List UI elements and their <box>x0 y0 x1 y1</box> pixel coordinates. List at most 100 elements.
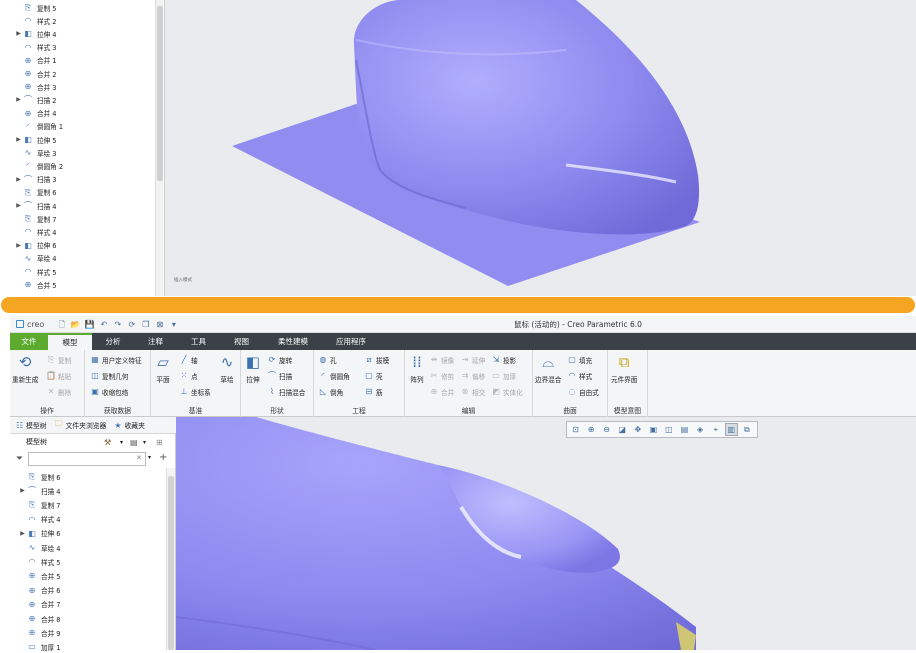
tab-analysis[interactable]: 分析 <box>92 333 134 350</box>
view-manager-icon[interactable]: ▤ <box>679 424 690 435</box>
tree-item[interactable]: ⎘ 复制 7 <box>14 212 57 225</box>
tree-item[interactable]: ⊕ 合并 7 <box>18 598 61 611</box>
extend-button[interactable]: ⇥ 延伸 <box>460 355 486 365</box>
project-button[interactable]: ⇲ 投影 <box>491 355 517 365</box>
plane-button[interactable]: ▱ 平面 <box>153 353 173 384</box>
tree-columns-icon[interactable]: ⊞ <box>156 438 163 447</box>
tree-item[interactable]: ▶ ⌒ 扫描 4 <box>14 199 56 212</box>
perspective-icon[interactable]: ◈ <box>695 424 706 435</box>
tree-item[interactable]: ◠ 样式 4 <box>14 225 57 238</box>
tree-item[interactable]: ⎘ 复制 5 <box>14 1 57 14</box>
tree-item[interactable]: ⊕ 合并 6 <box>18 584 61 597</box>
trim-button[interactable]: ✂ 修剪 <box>429 371 455 381</box>
tab-view[interactable]: 视图 <box>220 333 263 350</box>
tree-show-icon[interactable]: ▤ <box>130 438 138 447</box>
scroll-thumb[interactable] <box>157 6 163 181</box>
zoom-in-icon[interactable]: ⊕ <box>586 424 597 435</box>
expand-arrow-icon[interactable]: ▶ <box>14 202 23 209</box>
tree-item[interactable]: ◜ 倒圆角 2 <box>14 159 63 172</box>
group-label-get-data[interactable]: 获取数据 <box>85 405 150 415</box>
expand-arrow-icon[interactable]: ▶ <box>14 242 23 249</box>
extrude-button[interactable]: ◧ 拉伸 <box>243 353 263 384</box>
tree-item[interactable]: ⊕ 合并 4 <box>14 107 57 120</box>
copy-button[interactable]: ⎘ 复制 <box>46 355 71 365</box>
tree-item[interactable]: ◠ 样式 2 <box>14 14 57 27</box>
solidify-button[interactable]: ◩ 实体化 <box>491 387 523 397</box>
tab-model[interactable]: 模型 <box>48 333 92 350</box>
tab-file[interactable]: 文件 <box>10 333 48 350</box>
tree-item[interactable]: ⊕ 合并 8 <box>18 612 61 625</box>
regenerate-button[interactable]: ⟲ 重新生成 <box>12 353 38 384</box>
expand-arrow-icon[interactable]: ▶ <box>18 530 27 537</box>
annotation-display-icon[interactable]: ▥ <box>724 423 738 436</box>
tab-favorites[interactable]: ★ 收藏夹 <box>114 420 145 431</box>
style-button[interactable]: ◠ 样式 <box>567 371 593 381</box>
hole-button[interactable]: ◍ 孔 <box>318 355 337 365</box>
pattern-button[interactable]: ⁞⁞ 阵列 <box>407 353 427 384</box>
tree-settings-dropdown-icon[interactable]: ▾ <box>120 439 123 446</box>
tree-item[interactable]: ▶ ◧ 拉伸 6 <box>14 239 56 252</box>
top-graphics-viewport[interactable]: 插入模式 <box>166 0 916 296</box>
expand-arrow-icon[interactable]: ▶ <box>14 96 23 103</box>
point-button[interactable]: ⁙ 点 <box>179 371 198 381</box>
tree-item[interactable]: ⊕ 合并 5 <box>18 569 61 582</box>
udf-button[interactable]: ▦ 用户定义特征 <box>90 355 141 365</box>
filter-clear-icon[interactable]: ✕ <box>136 454 142 462</box>
tree-item[interactable]: ▶ ⌒ 扫描 3 <box>14 173 56 186</box>
mirror-button[interactable]: ⇹ 镜像 <box>429 355 455 365</box>
group-label-operations[interactable]: 操作 <box>10 405 84 415</box>
expand-arrow-icon[interactable]: ▶ <box>18 487 27 494</box>
spin-center-icon[interactable]: ✥ <box>632 424 643 435</box>
tree-item[interactable]: ⊕ 合并 3 <box>14 80 57 93</box>
zoom-out-icon[interactable]: ⊖ <box>601 424 612 435</box>
tab-model-tree[interactable]: ☷ 模型树 <box>16 420 47 431</box>
tree-item[interactable]: ◠ 样式 3 <box>14 41 57 54</box>
tree-filter-input[interactable] <box>28 452 146 466</box>
boundary-blend-button[interactable]: ⌓ 边界混合 <box>535 353 561 384</box>
shell-button[interactable]: ▢ 壳 <box>364 371 382 381</box>
section-icon[interactable]: ⧉ <box>741 424 752 435</box>
component-interface-button[interactable]: ⧉ 元件界面 <box>611 353 637 384</box>
revolve-button[interactable]: ⟳ 旋转 <box>267 355 293 365</box>
graphics-viewport[interactable] <box>176 417 916 650</box>
fill-button[interactable]: ▢ 填充 <box>567 355 592 365</box>
datum-display-icon[interactable]: ⌖ <box>710 424 721 435</box>
tree-item[interactable]: ∿ 草绘 4 <box>18 541 61 554</box>
group-label-model-intent[interactable]: 模型意图 <box>608 405 647 415</box>
tab-flexible-modeling[interactable]: 柔性建模 <box>263 333 323 350</box>
tree-settings-icon[interactable]: ⚒ <box>104 438 111 447</box>
tab-applications[interactable]: 应用程序 <box>323 333 379 350</box>
intersect-button[interactable]: ⊗ 相交 <box>460 387 486 397</box>
thicken-button[interactable]: ▭ 加厚 <box>491 371 516 381</box>
offset-button[interactable]: ⇉ 偏移 <box>460 371 486 381</box>
expand-arrow-icon[interactable]: ▶ <box>14 30 23 37</box>
tree-item[interactable]: ∿ 草绘 3 <box>14 146 57 159</box>
scroll-thumb[interactable] <box>168 476 174 650</box>
delete-button[interactable]: ✕ 删除 <box>46 387 72 397</box>
tree-item[interactable]: ▶ ◧ 拉伸 6 <box>18 527 60 540</box>
expand-arrow-icon[interactable]: ▶ <box>14 136 23 143</box>
tree-item[interactable]: ▶ ⌒ 扫描 2 <box>14 93 56 106</box>
rib-button[interactable]: ⊟ 筋 <box>364 387 383 397</box>
filter-icon[interactable]: ⏷ <box>16 454 23 464</box>
merge-button[interactable]: ⊕ 合并 <box>429 387 455 397</box>
csys-button[interactable]: ⊥ 坐标系 <box>179 387 211 397</box>
tree-item[interactable]: ⎘ 复制 6 <box>14 186 57 199</box>
tree-item[interactable]: ⊕ 合并 2 <box>14 67 57 80</box>
tab-tools[interactable]: 工具 <box>177 333 220 350</box>
tree-item[interactable]: ▶ ◧ 拉伸 4 <box>14 27 56 40</box>
refit-icon[interactable]: ⊡ <box>570 424 581 435</box>
group-label-shapes[interactable]: 形状 <box>241 405 313 415</box>
paste-button[interactable]: 📋 粘贴 <box>46 371 71 381</box>
display-style-icon[interactable]: ▣ <box>648 424 659 435</box>
repaint-icon[interactable]: ◪ <box>617 424 628 435</box>
add-column-icon[interactable]: + <box>159 452 167 463</box>
axis-button[interactable]: ╱ 轴 <box>179 355 198 365</box>
tree-item[interactable]: ∿ 草绘 4 <box>14 252 57 265</box>
tree-item[interactable]: ◠ 样式 4 <box>18 513 61 526</box>
shrinkwrap-button[interactable]: ▣ 收缩包络 <box>90 387 128 397</box>
group-label-engineering[interactable]: 工程 <box>314 405 404 415</box>
tab-annotate[interactable]: 注释 <box>134 333 177 350</box>
draft-button[interactable]: ⧄ 拔模 <box>364 355 389 365</box>
copy-geometry-button[interactable]: ◫ 复制几何 <box>90 371 128 381</box>
